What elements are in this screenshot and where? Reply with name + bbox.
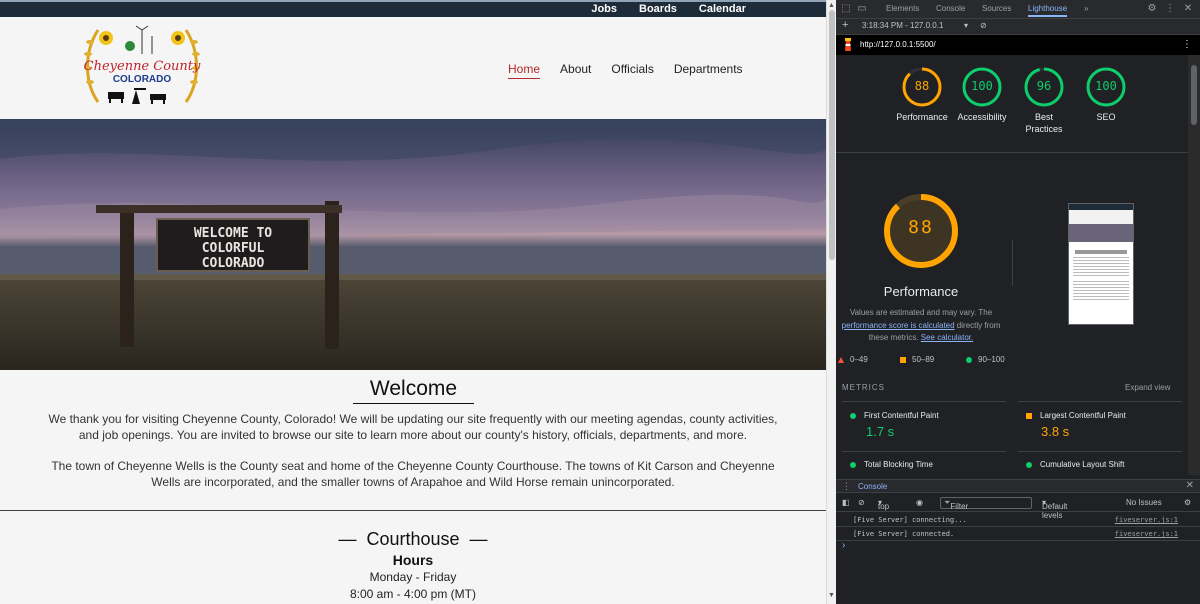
tab-sources[interactable]: Sources [982,4,1011,13]
close-devtools-icon[interactable]: ✕ [1182,3,1194,15]
report-url: http://127.0.0.1:5500/ [860,40,936,49]
new-report-icon[interactable]: + [842,19,848,31]
site-header: Cheyenne County COLORADO Home About Offi… [0,17,826,119]
tab-console[interactable]: Console [936,4,965,13]
performance-note: Values are estimated and may vary. The p… [841,308,1001,342]
lighthouse-report: 88 Performance 100 Accessibility 96 Best Prac… [836,55,1188,475]
score-value: 100 [1095,79,1117,93]
performance-title: Performance [883,284,959,299]
eye-icon[interactable]: ◉ [916,498,923,507]
console-settings-icon[interactable]: ⚙ [1184,498,1191,507]
sign-line-3: COLORADO [202,256,265,271]
page-screenshot-thumbnail[interactable] [1068,203,1134,325]
section-divider [0,510,826,511]
console-toolbar: ◧ ⊘ top ▾ ◉ ⏷ Filter Default levels ▾ No… [836,494,1200,520]
topbar-link-calendar[interactable]: Calendar [699,2,746,17]
console-prompt[interactable]: › [842,540,845,551]
report-selector[interactable]: 3:18:34 PM - 127.0.0.1 [862,21,943,30]
main-nav: Home About Officials Departments [508,62,743,79]
devtools-tabbar: ⬚ ▭ Elements Console Sources Lighthouse … [836,0,1200,19]
topbar-link-jobs[interactable]: Jobs [591,2,617,17]
see-calculator-link[interactable]: See calculator. [921,333,973,342]
device-toolbar-icon[interactable]: ▭ [856,3,868,15]
clear-console-icon[interactable]: ⊘ [858,498,865,507]
topbar-link-boards[interactable]: Boards [639,2,677,17]
welcome-paragraph-2: The town of Cheyenne Wells is the County… [51,459,775,489]
nav-about[interactable]: About [560,62,591,79]
log-levels-dropdown[interactable]: Default levels ▾ [1042,498,1067,520]
score-gauge-seo[interactable]: 100 SEO [1080,67,1132,123]
legend-fail: 0–49 [838,355,868,364]
welcome-paragraph-1: We thank you for visiting Cheyenne Count… [48,412,778,442]
nav-home[interactable]: Home [508,62,541,79]
metric-lcp-value: 3.8 s [1041,424,1070,439]
sign-line-2: COLORFUL [202,241,265,256]
top-utility-bar: Jobs Boards Calendar [0,0,826,17]
welcome-heading: Welcome [353,377,474,404]
score-gauge-best-practices[interactable]: 96 Best Practices [1018,67,1070,135]
console-filter-input[interactable]: ⏷ Filter [940,497,1032,511]
score-label: Best Practices [1025,112,1063,134]
nav-departments[interactable]: Departments [674,62,743,79]
context-selector[interactable]: top ▾ [878,498,889,511]
log-source-link[interactable]: fiveserver.js:1 [1115,530,1178,538]
legend-average: 50–89 [900,355,934,364]
metric-fcp: First Contentful Paint [850,411,939,420]
drawer-menu-icon[interactable]: ⋮ [842,481,851,492]
county-logo[interactable]: Cheyenne County COLORADO [80,22,204,114]
log-source-link[interactable]: fiveserver.js:1 [1115,516,1178,524]
metric-cls: Cumulative Layout Shift [1026,460,1125,469]
legend-pass: 90–100 [966,355,1005,364]
issues-counter[interactable]: No Issues [1126,498,1162,507]
inspect-icon[interactable]: ⬚ [840,3,852,15]
lighthouse-logo-icon [845,38,851,51]
score-label: Performance [896,112,948,122]
score-gauge-accessibility[interactable]: 100 Accessibility [956,67,1008,123]
expand-view-toggle[interactable]: Expand view [1125,383,1170,392]
console-log-row: [Five Server] connecting... fiveserver.j… [836,513,1200,527]
report-scrollbar[interactable] [1188,55,1200,475]
logo-text-state: COLORADO [113,74,172,85]
settings-gear-icon[interactable]: ⚙ [1146,3,1158,15]
close-drawer-icon[interactable]: ✕ [1186,480,1194,491]
score-label: Accessibility [957,112,1007,122]
score-value: 88 [914,79,930,93]
metric-fcp-value: 1.7 s [866,424,895,439]
score-value: 96 [1036,79,1052,93]
tab-lighthouse[interactable]: Lighthouse [1028,4,1068,17]
more-options-icon[interactable]: ⋮ [1164,3,1176,15]
console-drawer-tab[interactable]: Console [858,482,887,491]
report-menu-icon[interactable]: ⋮ [1182,39,1192,50]
performance-score-value: 88 [908,217,934,238]
logo-text-county: Cheyenne County [84,59,201,74]
site-scrollbar[interactable]: ▲ ▼ [826,0,836,604]
sidebar-toggle-icon[interactable]: ◧ [842,498,850,507]
report-url-bar: http://127.0.0.1:5500/ ⋮ [836,35,1200,55]
hours-days: Monday - Friday [369,570,457,584]
website-viewport: Jobs Boards Calendar Cheyenne County COL… [0,0,826,604]
score-label: SEO [1096,112,1116,122]
console-drawer-header: ⋮ Console ✕ [836,479,1200,493]
nav-officials[interactable]: Officials [611,62,653,79]
metrics-heading: METRICS [842,383,885,392]
devtools-panel: ⬚ ▭ Elements Console Sources Lighthouse … [836,0,1200,604]
clear-reports-icon[interactable]: ⊘ [980,21,987,30]
hero-image: WELCOME TO COLORFUL COLORADO [0,119,826,370]
console-log-row: [Five Server] connected. fiveserver.js:1 [836,527,1200,541]
tab-elements[interactable]: Elements [886,4,919,13]
hours-time: 8:00 am - 4:00 pm (MT) [349,587,477,601]
metric-tbt: Total Blocking Time [850,460,933,469]
lighthouse-toolbar: + 3:18:34 PM - 127.0.0.1 ▾ ⊘ [836,19,1200,35]
more-tabs-icon[interactable]: » [1084,4,1088,13]
courthouse-heading: — Courthouse — [338,529,488,549]
score-gauge-performance[interactable]: 88 Performance [896,67,948,123]
hours-heading: Hours [392,552,434,568]
chevron-down-icon[interactable]: ▾ [964,21,968,30]
sign-line-1: WELCOME TO [194,226,272,241]
score-value: 100 [971,79,993,93]
metric-lcp: Largest Contentful Paint [1026,411,1126,420]
score-calculated-link[interactable]: performance score is calculated [842,321,955,330]
